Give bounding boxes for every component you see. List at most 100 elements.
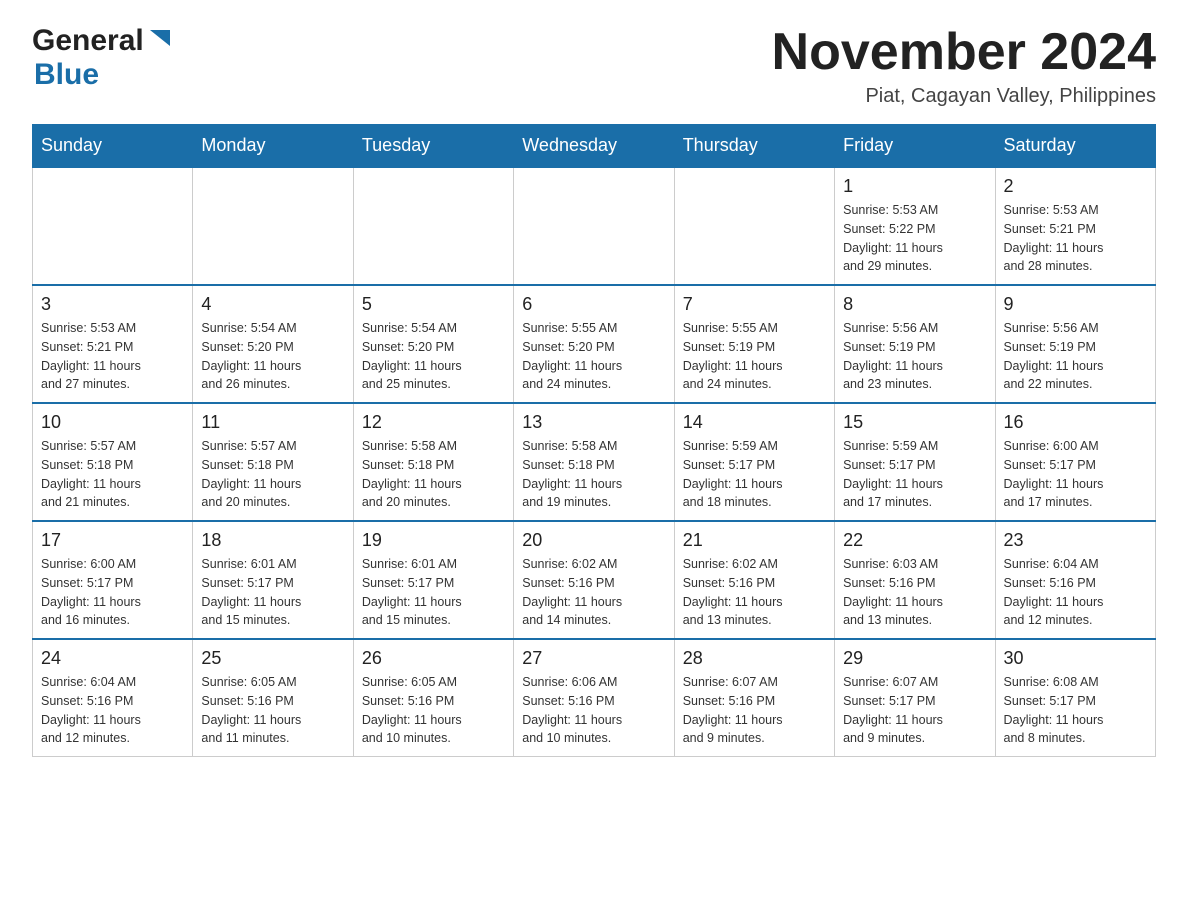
day-info: Sunrise: 6:02 AM Sunset: 5:16 PM Dayligh… bbox=[522, 555, 665, 630]
calendar-table: SundayMondayTuesdayWednesdayThursdayFrid… bbox=[32, 124, 1156, 757]
day-number: 22 bbox=[843, 530, 986, 551]
logo-arrow-icon bbox=[146, 26, 174, 54]
calendar-cell: 7Sunrise: 5:55 AM Sunset: 5:19 PM Daylig… bbox=[674, 285, 834, 403]
day-number: 14 bbox=[683, 412, 826, 433]
day-info: Sunrise: 6:05 AM Sunset: 5:16 PM Dayligh… bbox=[362, 673, 505, 748]
day-number: 10 bbox=[41, 412, 184, 433]
calendar-cell bbox=[353, 167, 513, 285]
day-number: 3 bbox=[41, 294, 184, 315]
day-info: Sunrise: 5:54 AM Sunset: 5:20 PM Dayligh… bbox=[362, 319, 505, 394]
day-info: Sunrise: 5:59 AM Sunset: 5:17 PM Dayligh… bbox=[843, 437, 986, 512]
day-info: Sunrise: 5:58 AM Sunset: 5:18 PM Dayligh… bbox=[362, 437, 505, 512]
day-number: 12 bbox=[362, 412, 505, 433]
day-number: 1 bbox=[843, 176, 986, 197]
day-number: 18 bbox=[201, 530, 344, 551]
calendar-cell: 8 Sunrise: 5:56 AM Sunset: 5:19 PM Daylig… bbox=[835, 285, 995, 403]
day-number: 26 bbox=[362, 648, 505, 669]
day-info: Sunrise: 5:53 AM Sunset: 5:21 PM Dayligh… bbox=[1004, 201, 1147, 276]
weekday-header-tuesday: Tuesday bbox=[353, 125, 513, 168]
calendar-cell: 19Sunrise: 6:01 AM Sunset: 5:17 PM Dayli… bbox=[353, 521, 513, 639]
calendar-cell: 29Sunrise: 6:07 AM Sunset: 5:17 PM Dayli… bbox=[835, 639, 995, 757]
calendar-cell: 26 Sunrise: 6:05 AM Sunset: 5:16 PM Dayli… bbox=[353, 639, 513, 757]
calendar-cell: 16 Sunrise: 6:00 AM Sunset: 5:17 PM Dayli… bbox=[995, 403, 1155, 521]
day-info: Sunrise: 6:00 AM Sunset: 5:17 PM Dayligh… bbox=[1004, 437, 1147, 512]
day-number: 25 bbox=[201, 648, 344, 669]
day-info: Sunrise: 5:57 AM Sunset: 5:18 PM Dayligh… bbox=[201, 437, 344, 512]
day-number: 20 bbox=[522, 530, 665, 551]
calendar-cell: 6 Sunrise: 5:55 AM Sunset: 5:20 PM Daylig… bbox=[514, 285, 674, 403]
day-info: Sunrise: 5:56 AM Sunset: 5:19 PM Dayligh… bbox=[843, 319, 986, 394]
day-info: Sunrise: 6:03 AM Sunset: 5:16 PM Dayligh… bbox=[843, 555, 986, 630]
calendar-cell: 30 Sunrise: 6:08 AM Sunset: 5:17 PM Dayli… bbox=[995, 639, 1155, 757]
day-info: Sunrise: 6:04 AM Sunset: 5:16 PM Dayligh… bbox=[1004, 555, 1147, 630]
day-number: 2 bbox=[1004, 176, 1147, 197]
day-number: 8 bbox=[843, 294, 986, 315]
calendar-cell: 14 Sunrise: 5:59 AM Sunset: 5:17 PM Dayli… bbox=[674, 403, 834, 521]
calendar-cell: 5 Sunrise: 5:54 AM Sunset: 5:20 PM Daylig… bbox=[353, 285, 513, 403]
day-info: Sunrise: 5:55 AM Sunset: 5:20 PM Dayligh… bbox=[522, 319, 665, 394]
day-info: Sunrise: 6:08 AM Sunset: 5:17 PM Dayligh… bbox=[1004, 673, 1147, 748]
day-number: 6 bbox=[522, 294, 665, 315]
calendar-cell: 11 Sunrise: 5:57 AM Sunset: 5:18 PM Dayli… bbox=[193, 403, 353, 521]
calendar-cell: 25 Sunrise: 6:05 AM Sunset: 5:16 PM Dayli… bbox=[193, 639, 353, 757]
subtitle: Piat, Cagayan Valley, Philippines bbox=[772, 85, 1156, 108]
day-number: 9 bbox=[1004, 294, 1147, 315]
day-number: 28 bbox=[683, 648, 826, 669]
calendar-cell: 18 Sunrise: 6:01 AM Sunset: 5:17 PM Dayli… bbox=[193, 521, 353, 639]
day-info: Sunrise: 6:02 AM Sunset: 5:16 PM Dayligh… bbox=[683, 555, 826, 630]
day-info: Sunrise: 5:57 AM Sunset: 5:18 PM Dayligh… bbox=[41, 437, 184, 512]
calendar-cell: 15 Sunrise: 5:59 AM Sunset: 5:17 PM Dayli… bbox=[835, 403, 995, 521]
calendar-cell: 24Sunrise: 6:04 AM Sunset: 5:16 PM Dayli… bbox=[33, 639, 193, 757]
day-number: 11 bbox=[201, 412, 344, 433]
weekday-header-row: SundayMondayTuesdayWednesdayThursdayFrid… bbox=[33, 125, 1156, 168]
weekday-header-friday: Friday bbox=[835, 125, 995, 168]
day-number: 4 bbox=[201, 294, 344, 315]
day-info: Sunrise: 6:01 AM Sunset: 5:17 PM Dayligh… bbox=[201, 555, 344, 630]
week-row-5: 24Sunrise: 6:04 AM Sunset: 5:16 PM Dayli… bbox=[33, 639, 1156, 757]
day-number: 19 bbox=[362, 530, 505, 551]
day-number: 23 bbox=[1004, 530, 1147, 551]
day-number: 21 bbox=[683, 530, 826, 551]
day-number: 13 bbox=[522, 412, 665, 433]
calendar-cell: 2 Sunrise: 5:53 AM Sunset: 5:21 PM Daylig… bbox=[995, 167, 1155, 285]
day-info: Sunrise: 6:04 AM Sunset: 5:16 PM Dayligh… bbox=[41, 673, 184, 748]
day-info: Sunrise: 5:54 AM Sunset: 5:20 PM Dayligh… bbox=[201, 319, 344, 394]
calendar-cell: 9 Sunrise: 5:56 AM Sunset: 5:19 PM Daylig… bbox=[995, 285, 1155, 403]
day-info: Sunrise: 6:00 AM Sunset: 5:17 PM Dayligh… bbox=[41, 555, 184, 630]
weekday-header-saturday: Saturday bbox=[995, 125, 1155, 168]
calendar-cell: 3Sunrise: 5:53 AM Sunset: 5:21 PM Daylig… bbox=[33, 285, 193, 403]
day-number: 27 bbox=[522, 648, 665, 669]
day-number: 5 bbox=[362, 294, 505, 315]
calendar-cell: 12 Sunrise: 5:58 AM Sunset: 5:18 PM Dayli… bbox=[353, 403, 513, 521]
week-row-2: 3Sunrise: 5:53 AM Sunset: 5:21 PM Daylig… bbox=[33, 285, 1156, 403]
day-number: 29 bbox=[843, 648, 986, 669]
calendar-cell: 17 Sunrise: 6:00 AM Sunset: 5:17 PM Dayli… bbox=[33, 521, 193, 639]
day-info: Sunrise: 6:06 AM Sunset: 5:16 PM Dayligh… bbox=[522, 673, 665, 748]
calendar-cell: 28Sunrise: 6:07 AM Sunset: 5:16 PM Dayli… bbox=[674, 639, 834, 757]
calendar-cell bbox=[33, 167, 193, 285]
calendar-cell bbox=[193, 167, 353, 285]
day-number: 16 bbox=[1004, 412, 1147, 433]
calendar-cell bbox=[674, 167, 834, 285]
calendar-cell: 20 Sunrise: 6:02 AM Sunset: 5:16 PM Dayli… bbox=[514, 521, 674, 639]
calendar-cell: 22 Sunrise: 6:03 AM Sunset: 5:16 PM Dayli… bbox=[835, 521, 995, 639]
title-area: November 2024 Piat, Cagayan Valley, Phil… bbox=[772, 24, 1156, 108]
weekday-header-monday: Monday bbox=[193, 125, 353, 168]
weekday-header-wednesday: Wednesday bbox=[514, 125, 674, 168]
calendar-cell: 4 Sunrise: 5:54 AM Sunset: 5:20 PM Daylig… bbox=[193, 285, 353, 403]
calendar-cell: 10 Sunrise: 5:57 AM Sunset: 5:18 PM Dayli… bbox=[33, 403, 193, 521]
day-info: Sunrise: 5:53 AM Sunset: 5:22 PM Dayligh… bbox=[843, 201, 986, 276]
day-info: Sunrise: 5:56 AM Sunset: 5:19 PM Dayligh… bbox=[1004, 319, 1147, 394]
calendar-cell bbox=[514, 167, 674, 285]
logo-blue-text: Blue bbox=[34, 58, 99, 91]
main-title: November 2024 bbox=[772, 24, 1156, 81]
day-number: 15 bbox=[843, 412, 986, 433]
day-info: Sunrise: 5:55 AM Sunset: 5:19 PM Dayligh… bbox=[683, 319, 826, 394]
day-info: Sunrise: 6:05 AM Sunset: 5:16 PM Dayligh… bbox=[201, 673, 344, 748]
day-number: 30 bbox=[1004, 648, 1147, 669]
day-number: 17 bbox=[41, 530, 184, 551]
logo-general-text: General bbox=[32, 24, 144, 58]
week-row-4: 17 Sunrise: 6:00 AM Sunset: 5:17 PM Dayli… bbox=[33, 521, 1156, 639]
day-info: Sunrise: 5:59 AM Sunset: 5:17 PM Dayligh… bbox=[683, 437, 826, 512]
day-info: Sunrise: 5:58 AM Sunset: 5:18 PM Dayligh… bbox=[522, 437, 665, 512]
